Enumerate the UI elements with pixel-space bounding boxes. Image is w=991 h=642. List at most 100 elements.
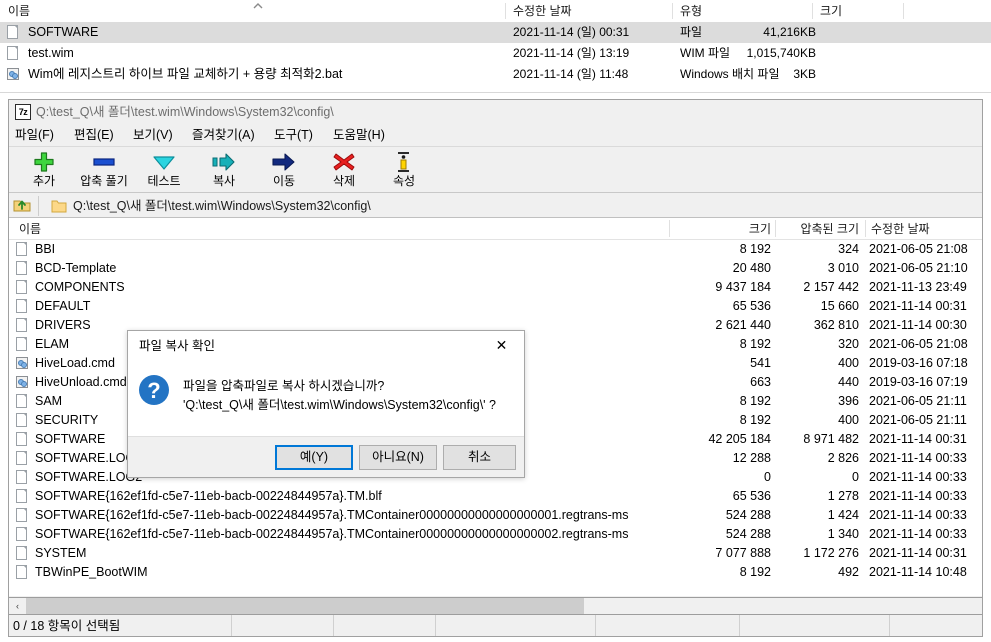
address-path-text[interactable]: Q:\test_Q\새 폴더\test.wim\Windows\System32… (73, 194, 371, 218)
file-packed-size: 396 (838, 394, 859, 408)
toolbar-test-button[interactable]: 테스트 (134, 148, 194, 192)
no-button[interactable]: 아니요(N) (359, 445, 437, 470)
toolbar-move-label: 이동 (272, 174, 296, 188)
explorer-column-type[interactable]: 유형 (672, 0, 812, 22)
file-packed-size: 8 971 482 (803, 432, 859, 446)
table-row[interactable]: SOFTWARE{162ef1fd-c5e7-11eb-bacb-0022484… (9, 525, 982, 544)
scrollbar-thumb[interactable] (26, 598, 584, 614)
file-name: SOFTWARE (35, 432, 106, 446)
list-column-packed-size[interactable]: 압축된 크기 (775, 218, 859, 239)
file-icon (16, 394, 30, 410)
menubar: 파일(F) 편집(E) 보기(V) 즐겨찾기(A) 도구(T) 도움말(H) (9, 124, 982, 146)
folder-up-icon[interactable] (12, 196, 34, 216)
file-icon (16, 413, 30, 429)
menu-file[interactable]: 파일(F) (11, 124, 58, 146)
file-modified: 2019-03-16 07:19 (869, 375, 968, 389)
file-name: BCD-Template (35, 261, 117, 275)
explorer-row-date: 2021-11-14 (일) 13:19 (513, 46, 630, 60)
toolbar-copy-button[interactable]: 복사 (194, 148, 254, 192)
toolbar-move-button[interactable]: 이동 (254, 148, 314, 192)
scrollbar-track[interactable] (584, 598, 982, 614)
table-row[interactable]: COMPONENTS 9 437 184 2 157 442 2021-11-1… (9, 278, 982, 297)
folder-icon (51, 199, 67, 213)
file-packed-size: 320 (838, 337, 859, 351)
file-name: SECURITY (35, 413, 99, 427)
file-name: ELAM (35, 337, 70, 351)
file-name: COMPONENTS (35, 280, 125, 294)
file-name: TBWinPE_BootWIM (35, 565, 148, 579)
file-icon (16, 470, 30, 486)
status-separator (889, 615, 890, 636)
file-icon (7, 25, 21, 41)
toolbar-extract-button[interactable]: 압축 풀기 (74, 148, 134, 192)
file-modified: 2021-06-05 21:10 (869, 261, 968, 275)
file-name: SAM (35, 394, 63, 408)
file-packed-size: 3 010 (827, 261, 859, 275)
file-icon (16, 299, 30, 315)
menu-tools[interactable]: 도구(T) (270, 124, 317, 146)
question-mark-icon: ? (138, 374, 170, 406)
divider (38, 196, 39, 216)
file-packed-size: 440 (838, 375, 859, 389)
file-modified: 2021-11-14 00:31 (869, 299, 967, 313)
status-separator (595, 615, 596, 636)
menu-favorites[interactable]: 즐겨찾기(A) (188, 124, 259, 146)
file-name: HiveLoad.cmd (35, 356, 115, 370)
horizontal-scrollbar[interactable]: ‹ (9, 597, 982, 614)
file-name: DRIVERS (35, 318, 91, 332)
file-modified: 2021-11-14 00:33 (869, 451, 967, 465)
status-separator (739, 615, 740, 636)
menu-view[interactable]: 보기(V) (129, 124, 177, 146)
table-row[interactable]: SOFTWARE{162ef1fd-c5e7-11eb-bacb-0022484… (9, 506, 982, 525)
file-icon (16, 432, 30, 448)
file-modified: 2021-11-14 00:33 (869, 489, 967, 503)
file-modified: 2021-11-14 00:33 (869, 527, 967, 541)
batch-file-icon (16, 375, 30, 391)
toolbar-add-button[interactable]: 추가 (14, 148, 74, 192)
table-row[interactable]: BCD-Template 20 480 3 010 2021-06-05 21:… (9, 259, 982, 278)
list-column-modified[interactable]: 수정한 날짜 (871, 218, 930, 239)
file-modified: 2021-06-05 21:08 (869, 242, 968, 256)
menu-edit[interactable]: 편집(E) (70, 124, 118, 146)
table-row[interactable]: DEFAULT 65 536 15 660 2021-11-14 00:31 (9, 297, 982, 316)
cancel-button[interactable]: 취소 (443, 445, 516, 470)
list-column-name[interactable]: 이름 (19, 218, 41, 239)
table-row[interactable]: BBI 8 192 324 2021-06-05 21:08 (9, 240, 982, 259)
window-titlebar[interactable]: 7z Q:\test_Q\새 폴더\test.wim\Windows\Syste… (9, 100, 982, 124)
explorer-row-size: 3KB (793, 67, 816, 81)
explorer-row-type: 파일 (680, 25, 703, 39)
file-name: SYSTEM (35, 546, 87, 560)
yes-button[interactable]: 예(Y) (275, 445, 353, 470)
explorer-column-date[interactable]: 수정한 날짜 (505, 0, 670, 22)
explorer-row[interactable]: Wim에 레지스트리 하이브 파일 교체하기 + 용량 최적화2.bat 202… (0, 64, 991, 85)
status-separator (435, 615, 436, 636)
file-modified: 2021-06-05 21:11 (869, 413, 967, 427)
list-column-size[interactable]: 크기 (669, 218, 771, 239)
scroll-left-arrow-icon[interactable]: ‹ (9, 598, 26, 614)
explorer-file-list[interactable]: SOFTWARE 2021-11-14 (일) 00:31 파일 41,216K… (0, 22, 991, 88)
toolbar-properties-button[interactable]: 속성 (374, 148, 434, 192)
menu-help[interactable]: 도움말(H) (329, 124, 389, 146)
table-row[interactable]: SYSTEM 7 077 888 1 172 276 2021-11-14 00… (9, 544, 982, 563)
batch-file-icon (16, 356, 30, 372)
file-icon (16, 261, 30, 277)
file-name: BBI (35, 242, 56, 256)
dialog-titlebar[interactable]: 파일 복사 확인 ✕ (128, 331, 524, 361)
status-bar: 0 / 18 항목이 선택됨 (9, 614, 982, 636)
file-modified: 2021-11-13 23:49 (869, 280, 967, 294)
file-packed-size: 2 826 (827, 451, 859, 465)
close-icon[interactable]: ✕ (479, 331, 524, 360)
move-arrow-icon (254, 148, 314, 174)
file-name: DEFAULT (35, 299, 91, 313)
explorer-column-name[interactable]: 이름 (0, 0, 265, 22)
explorer-row[interactable]: SOFTWARE 2021-11-14 (일) 00:31 파일 41,216K… (0, 22, 991, 43)
svg-text:?: ? (147, 378, 160, 403)
file-packed-size: 1 278 (827, 489, 859, 503)
toolbar-delete-button[interactable]: 삭제 (314, 148, 374, 192)
explorer-column-size[interactable]: 크기 (812, 0, 902, 22)
explorer-row[interactable]: test.wim 2021-11-14 (일) 13:19 WIM 파일 1,0… (0, 43, 991, 64)
table-row[interactable]: TBWinPE_BootWIM 8 192 492 2021-11-14 10:… (9, 563, 982, 582)
table-row[interactable]: SOFTWARE{162ef1fd-c5e7-11eb-bacb-0022484… (9, 487, 982, 506)
file-modified: 2021-11-14 00:31 (869, 432, 967, 446)
dialog-footer: 예(Y) 아니요(N) 취소 (128, 436, 524, 477)
